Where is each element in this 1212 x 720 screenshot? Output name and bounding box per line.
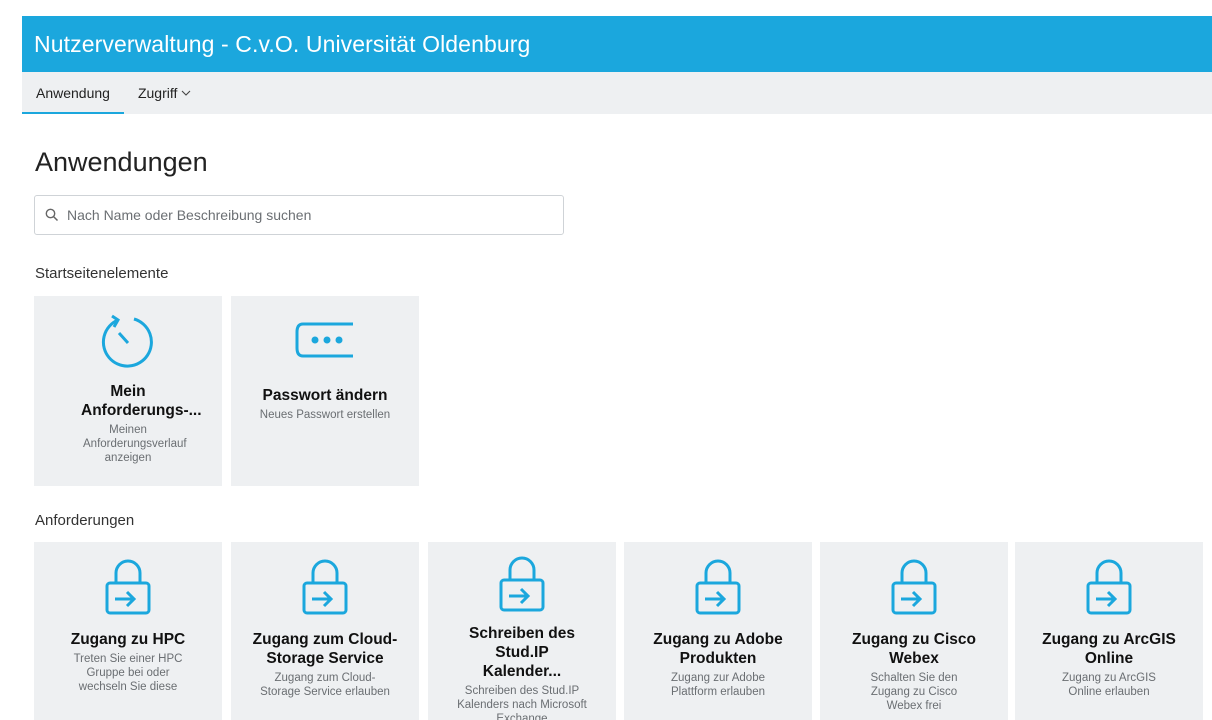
tab-anwendung[interactable]: Anwendung: [22, 72, 124, 114]
lock-icon: [1086, 559, 1132, 615]
tile-icon-wrap: [103, 556, 153, 620]
tile-studip-calendar[interactable]: Schreiben des Stud.IP Kalender... Schrei…: [428, 542, 616, 720]
tile-icon-wrap: [693, 556, 743, 620]
lock-icon: [891, 559, 937, 615]
tile-arcgis-access[interactable]: Zugang zu ArcGIS Online Zugang zu ArcGIS…: [1015, 542, 1203, 720]
tile-title: Zugang zum Cloud-Storage Service: [252, 631, 398, 667]
tile-change-password[interactable]: Passwort ändern Neues Passwort erstellen: [231, 296, 419, 486]
tile-title: Zugang zu HPC: [70, 631, 186, 648]
section-label-requests: Anforderungen: [35, 512, 135, 529]
tile-cloud-storage-access[interactable]: Zugang zum Cloud-Storage Service Zugang …: [231, 542, 419, 720]
tile-description: Zugang zum Cloud-Storage Service erlaube…: [260, 672, 390, 698]
tile-icon-wrap: [889, 556, 939, 620]
history-icon: [101, 314, 153, 368]
tile-description: Neues Passwort erstellen: [259, 409, 391, 421]
tile-title: Zugang zu Cisco Webex: [852, 631, 976, 667]
tile-icon-wrap: [300, 556, 350, 620]
search-icon: [45, 208, 59, 222]
page-title: Anwendungen: [35, 147, 208, 177]
tile-icon-wrap: [497, 556, 547, 614]
search-input[interactable]: [67, 207, 547, 223]
tile-adobe-access[interactable]: Zugang zu Adobe Produkten Zugang zur Ado…: [624, 542, 812, 720]
tile-description: Schalten Sie den Zugang zu Cisco Webex f…: [870, 672, 958, 712]
lock-icon: [499, 556, 545, 612]
search-box[interactable]: [34, 195, 564, 235]
tab-bar: Anwendung Zugriff: [22, 72, 1212, 114]
app-title: Nutzerverwaltung - C.v.O. Universität Ol…: [34, 30, 531, 57]
tile-icon-wrap: [1084, 556, 1134, 620]
tile-webex-access[interactable]: Zugang zu Cisco Webex Schalten Sie den Z…: [820, 542, 1008, 720]
tab-zugriff[interactable]: Zugriff: [124, 72, 205, 114]
chevron-down-icon: [182, 90, 191, 96]
tile-title: Zugang zu Adobe Produkten: [653, 631, 783, 667]
lock-icon: [105, 559, 151, 615]
password-icon: [295, 322, 353, 358]
tile-icon-wrap: [293, 308, 357, 372]
tile-description: Zugang zu ArcGIS Online erlauben: [1062, 672, 1156, 698]
tile-request-history[interactable]: Mein Anforderungs-... Meinen Anforderung…: [34, 296, 222, 486]
tile-description: Zugang zur Adobe Plattform erlauben: [671, 672, 765, 698]
tile-title: Passwort ändern: [262, 387, 388, 404]
tab-anwendung-label: Anwendung: [36, 85, 110, 101]
tile-icon-wrap: [100, 308, 156, 372]
tile-title: Zugang zu ArcGIS Online: [1042, 631, 1176, 667]
lock-icon: [695, 559, 741, 615]
app-header: Nutzerverwaltung - C.v.O. Universität Ol…: [22, 16, 1212, 72]
section-label-home: Startseitenelemente: [35, 265, 169, 282]
tile-description: Treten Sie einer HPC Gruppe bei oder wec…: [73, 653, 183, 693]
tab-zugriff-label: Zugriff: [137, 85, 178, 101]
tile-description: Schreiben des Stud.IP Kalenders nach Mic…: [457, 685, 587, 720]
lock-icon: [302, 559, 348, 615]
tile-title: Schreiben des Stud.IP Kalender...: [469, 625, 575, 680]
tile-description: Meinen Anforderungsverlauf anzeigen: [83, 424, 187, 464]
tile-title: Mein Anforderungs-...: [81, 383, 202, 419]
tile-hpc-access[interactable]: Zugang zu HPC Treten Sie einer HPC Grupp…: [34, 542, 222, 720]
